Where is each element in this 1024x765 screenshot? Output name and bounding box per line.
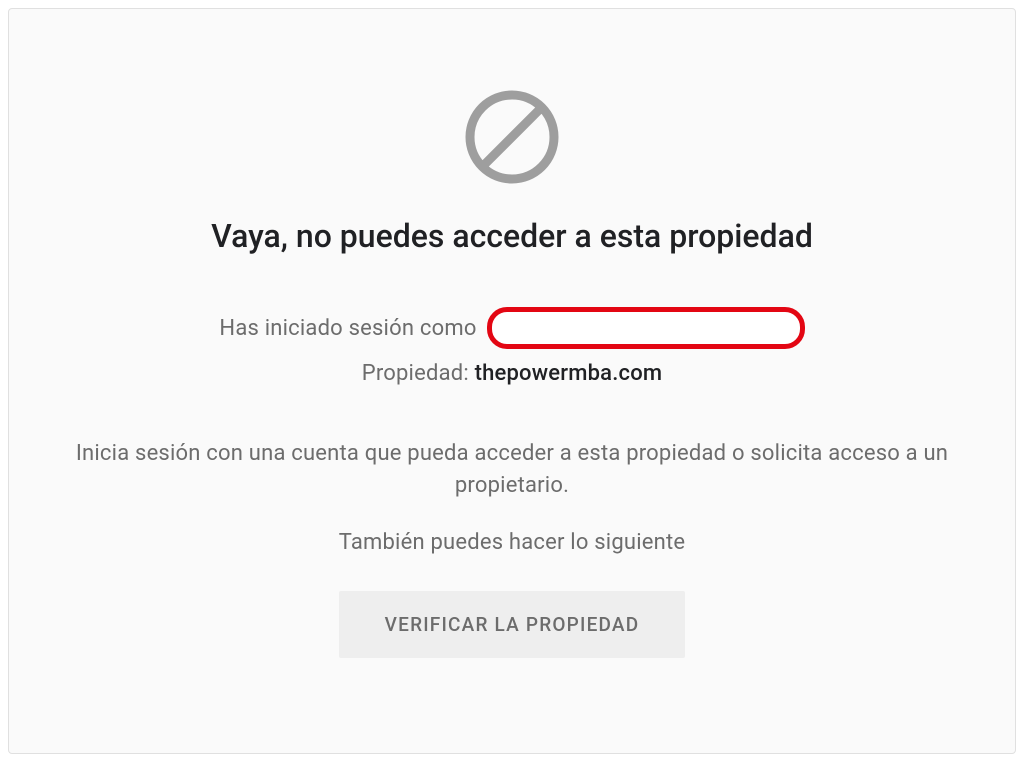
- verify-property-button[interactable]: VERIFICAR LA PROPIEDAD: [339, 591, 686, 658]
- instruction-text: Inicia sesión con una cuenta que pueda a…: [72, 438, 952, 502]
- session-label: Has iniciado sesión como: [219, 316, 476, 341]
- user-email-redacted: [487, 307, 805, 349]
- also-text: También puedes hacer lo siguiente: [339, 530, 686, 555]
- session-line: Has iniciado sesión como: [219, 307, 804, 349]
- access-denied-card: Vaya, no puedes acceder a esta propiedad…: [8, 8, 1016, 754]
- error-title: Vaya, no puedes acceder a esta propiedad: [211, 217, 813, 255]
- property-line: Propiedad: thepowermba.com: [362, 361, 663, 386]
- property-label: Propiedad:: [362, 361, 469, 386]
- prohibit-icon: [462, 87, 562, 187]
- property-value: thepowermba.com: [475, 361, 663, 386]
